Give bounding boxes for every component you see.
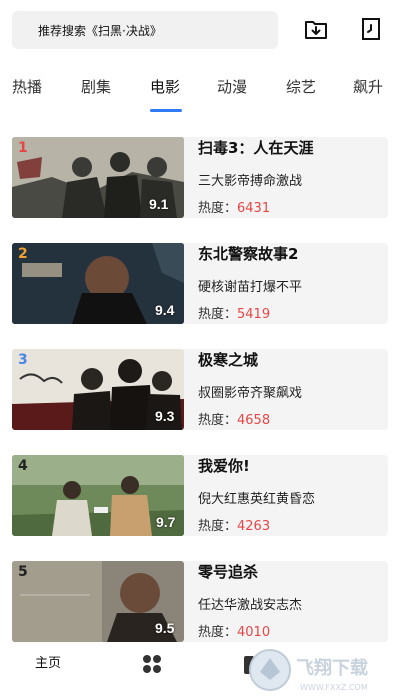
rank-number: 3: [18, 352, 28, 368]
category-tabs: 热播 剧集 电影 动漫 综艺 飙升: [0, 70, 400, 112]
heat-value: 4010: [237, 625, 271, 640]
search-placeholder: 推荐搜索《扫黑·决战》: [38, 23, 162, 38]
tab-variety[interactable]: 综艺: [286, 76, 316, 97]
tab-hot[interactable]: 热播: [12, 76, 42, 97]
tab-movies[interactable]: 电影: [150, 76, 180, 97]
movie-description: 叔圈影帝齐聚飙戏: [198, 386, 303, 401]
movie-description: 倪大红惠英红黄昏恋: [198, 492, 316, 507]
rank-number: 4: [18, 458, 28, 474]
search-bar[interactable]: 推荐搜索《扫黑·决战》: [12, 11, 278, 49]
download-icon[interactable]: [304, 17, 328, 41]
heat-value: 6431: [237, 201, 271, 216]
heat-value: 5419: [237, 307, 271, 322]
movie-description: 任达华激战安志杰: [198, 598, 303, 613]
heat-line: 热度：5419: [198, 303, 270, 322]
watermark-url: WWW.FXXZ.COM: [300, 683, 368, 692]
movie-title: 我爱你!: [198, 457, 250, 475]
list-item[interactable]: 2 9.4 东北警察故事2 硬核谢苗打爆不平 热度：5419: [12, 243, 388, 324]
rank-number: 2: [18, 246, 28, 262]
movie-title: 扫毒3：人在天涯: [198, 139, 314, 157]
score-badge: 9.1: [149, 196, 169, 212]
bottom-nav: 主页 飞翔下载 WWW.FXXZ.COM: [0, 642, 400, 700]
list-item[interactable]: 3 9.3 极寒之城 叔圈影帝齐聚飙戏 热度：4658: [12, 349, 388, 430]
watermark-logo: 飞翔下载 WWW.FXXZ.COM: [246, 646, 396, 696]
heat-value: 4263: [237, 519, 271, 534]
list-item[interactable]: 4 9.7 我爱你! 倪大红惠英红黄昏恋 热度：4263: [12, 455, 388, 536]
list-item[interactable]: 1 9.1 扫毒3：人在天涯 三大影帝搏命激战 热度：6431: [12, 137, 388, 218]
category-grid-icon[interactable]: [142, 654, 162, 674]
watermark-text: 飞翔下载: [296, 657, 368, 679]
heat-label: 热度：: [198, 625, 238, 640]
top-bar: 推荐搜索《扫黑·决战》: [0, 0, 400, 62]
heat-label: 热度：: [198, 519, 238, 534]
heat-label: 热度：: [198, 307, 238, 322]
active-tab-indicator: [150, 109, 182, 112]
tab-series[interactable]: 剧集: [81, 76, 111, 97]
movie-title: 零号追杀: [198, 563, 259, 581]
tab-anime[interactable]: 动漫: [217, 76, 247, 97]
heat-line: 热度：4263: [198, 515, 270, 534]
rank-number: 5: [18, 564, 28, 580]
heat-label: 热度：: [198, 413, 238, 428]
score-badge: 9.7: [156, 514, 176, 530]
heat-line: 热度：4010: [198, 621, 270, 640]
movie-description: 硬核谢苗打爆不平: [198, 280, 303, 295]
score-badge: 9.3: [155, 408, 175, 424]
score-badge: 9.4: [155, 302, 175, 318]
heat-label: 热度：: [198, 201, 238, 216]
nav-home[interactable]: 主页: [35, 652, 61, 671]
score-badge: 9.5: [155, 620, 175, 636]
movie-title: 东北警察故事2: [198, 245, 299, 263]
movie-description: 三大影帝搏命激战: [198, 174, 303, 189]
rank-number: 1: [18, 140, 28, 156]
list-item[interactable]: 5 9.5 零号追杀 任达华激战安志杰 热度：4010: [12, 561, 388, 642]
movie-title: 极寒之城: [198, 351, 259, 369]
tab-rising[interactable]: 飙升: [353, 76, 383, 97]
heat-line: 热度：4658: [198, 409, 270, 428]
heat-line: 热度：6431: [198, 197, 270, 216]
history-icon[interactable]: [359, 17, 383, 41]
heat-value: 4658: [237, 413, 271, 428]
